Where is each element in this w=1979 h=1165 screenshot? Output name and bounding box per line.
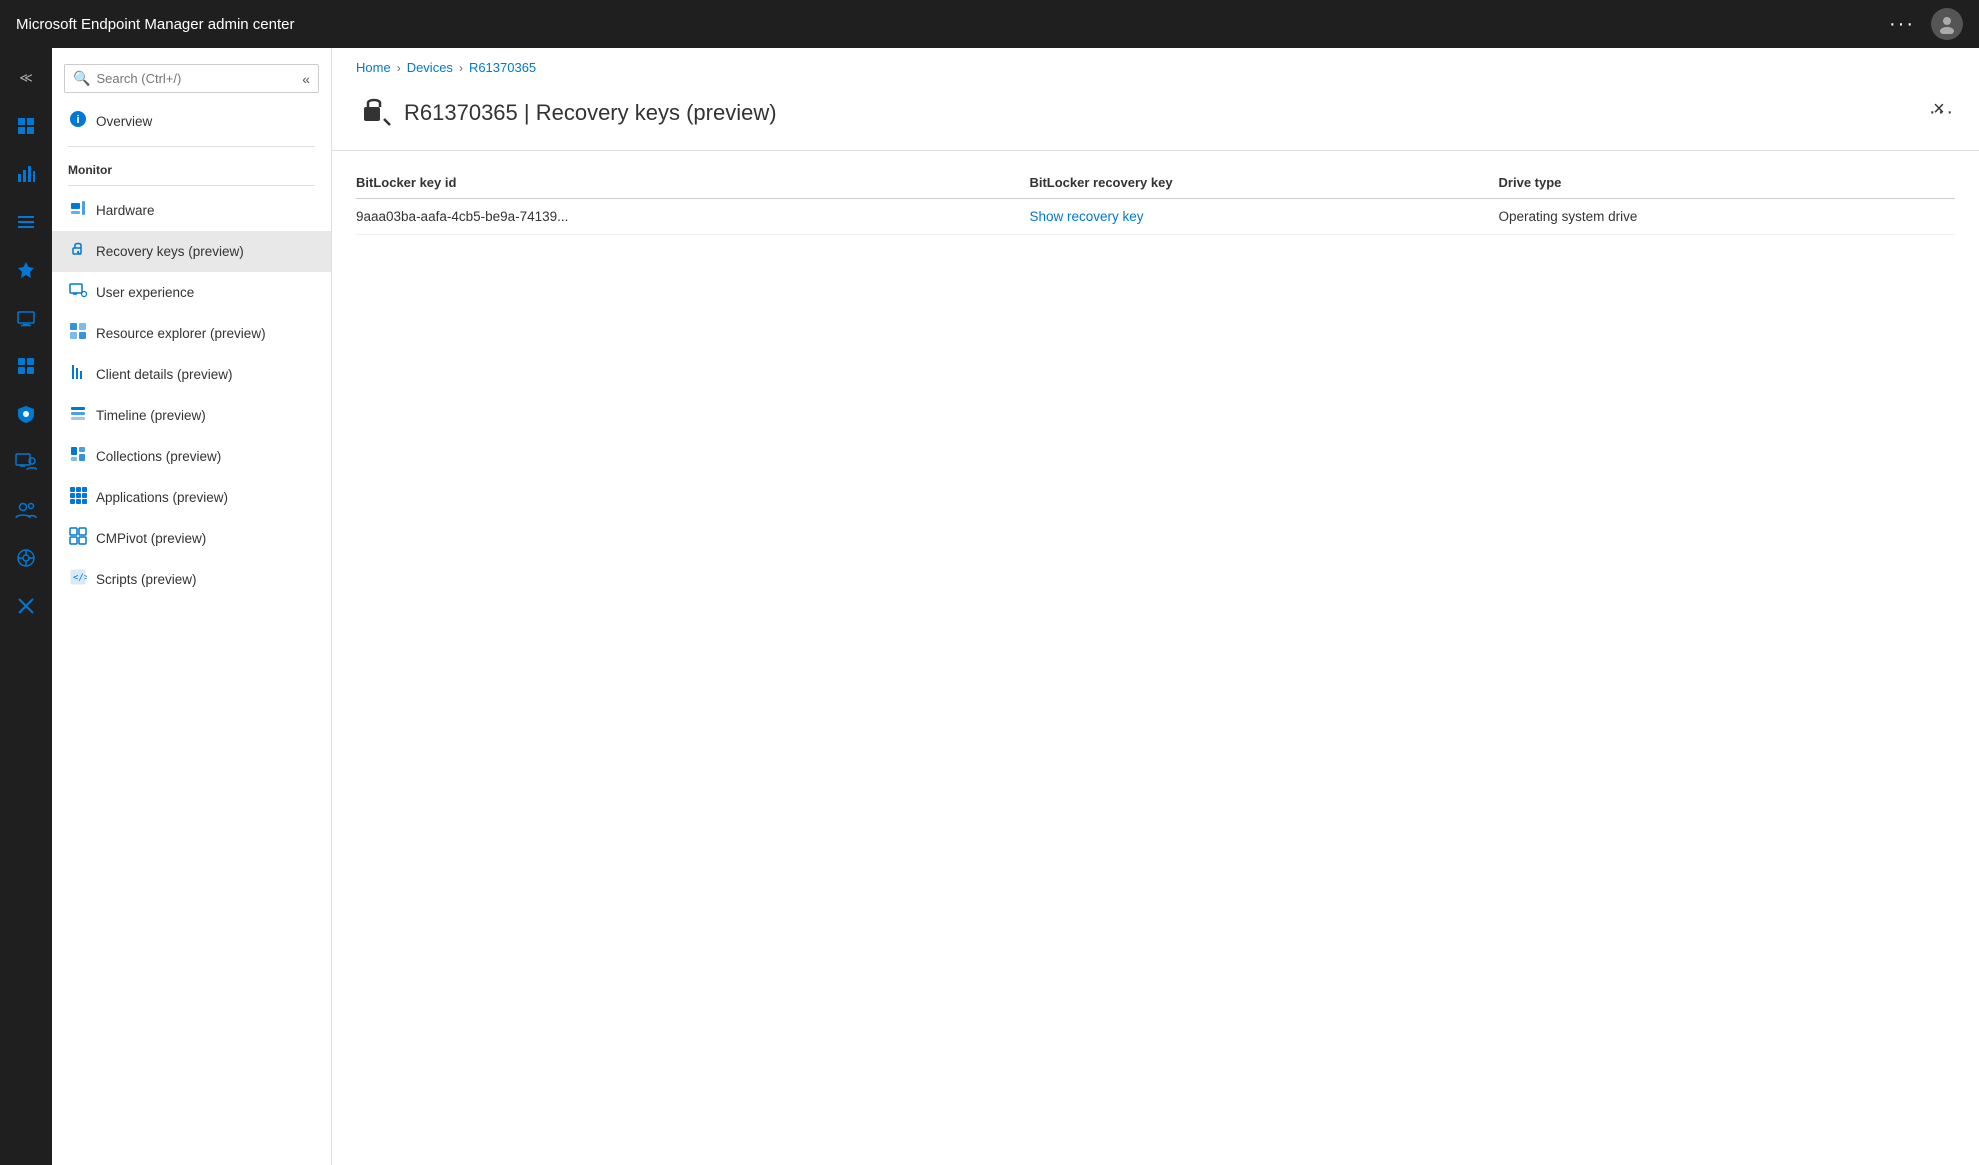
user-experience-icon	[68, 281, 88, 304]
sidebar-item-recovery-keys[interactable]: Recovery keys (preview)	[52, 231, 331, 272]
cmpivot-icon	[68, 527, 88, 550]
table-row: 9aaa03ba-aafa-4cb5-be9a-74139... Show re…	[356, 199, 1955, 235]
page-title: R61370365 | Recovery keys (preview)	[404, 100, 1917, 126]
table-area: BitLocker key id BitLocker recovery key …	[332, 151, 1979, 251]
sidebar-item-applications-label: Applications (preview)	[96, 490, 228, 505]
rail-favorites[interactable]	[4, 248, 48, 292]
breadcrumb-sep-1: ›	[397, 61, 401, 75]
breadcrumb-device-id[interactable]: R61370365	[469, 60, 536, 75]
hardware-icon	[68, 199, 88, 222]
main-layout: ≪	[0, 48, 1979, 1165]
sidebar-item-overview-label: Overview	[96, 114, 152, 129]
rail-tenant-admin[interactable]	[4, 536, 48, 580]
rail-monitor-user[interactable]	[4, 440, 48, 484]
col-drive-type: Drive type	[1499, 167, 1955, 199]
col-bitlocker-recovery-key: BitLocker recovery key	[1029, 167, 1498, 199]
sidebar-item-scripts-label: Scripts (preview)	[96, 572, 197, 587]
sidebar-item-user-experience[interactable]: User experience	[52, 272, 331, 313]
timeline-icon	[68, 404, 88, 427]
table-header: BitLocker key id BitLocker recovery key …	[356, 167, 1955, 199]
sidebar-divider	[68, 146, 315, 147]
breadcrumb-devices[interactable]: Devices	[407, 60, 453, 75]
main-panel: Home › Devices › R61370365 R61370365 | R…	[332, 48, 1979, 1165]
sidebar-navigation: i Overview Monitor	[52, 101, 331, 1165]
rail-devices[interactable]	[4, 296, 48, 340]
info-icon: i	[68, 110, 88, 133]
sidebar-item-recovery-keys-label: Recovery keys (preview)	[96, 244, 244, 259]
app-title: Microsoft Endpoint Manager admin center	[16, 16, 294, 33]
top-bar: Microsoft Endpoint Manager admin center …	[0, 0, 1979, 48]
collapse-sidebar-button[interactable]: «	[302, 71, 310, 87]
breadcrumb-home[interactable]: Home	[356, 60, 391, 75]
sidebar-item-client-details-label: Client details (preview)	[96, 367, 233, 382]
cell-key-id: 9aaa03ba-aafa-4cb5-be9a-74139...	[356, 199, 1029, 235]
sidebar-item-scripts[interactable]: </> Scripts (preview)	[52, 559, 331, 600]
sidebar-monitor-divider	[68, 185, 315, 186]
client-details-icon	[68, 363, 88, 386]
sidebar-item-resource-explorer[interactable]: Resource explorer (preview)	[52, 313, 331, 354]
sidebar-item-cmpivot-label: CMPivot (preview)	[96, 531, 206, 546]
svg-text:</>: </>	[73, 573, 87, 583]
breadcrumb: Home › Devices › R61370365	[332, 48, 1979, 83]
close-button[interactable]: ×	[1923, 93, 1955, 125]
user-avatar[interactable]	[1931, 8, 1963, 40]
recovery-keys-table: BitLocker key id BitLocker recovery key …	[356, 167, 1955, 235]
scripts-icon: </>	[68, 568, 88, 591]
sidebar-item-collections-label: Collections (preview)	[96, 449, 221, 464]
sidebar-item-overview[interactable]: i Overview	[52, 101, 331, 142]
sidebar-item-timeline[interactable]: Timeline (preview)	[52, 395, 331, 436]
rail-dashboard[interactable]	[4, 104, 48, 148]
content-area: 🔍 « i Overview Monitor	[52, 48, 1979, 1165]
top-bar-more-button[interactable]: ···	[1889, 13, 1915, 36]
rail-security[interactable]	[4, 392, 48, 436]
search-icon: 🔍	[73, 70, 90, 87]
sidebar-item-applications[interactable]: Applications (preview)	[52, 477, 331, 518]
rail-reports[interactable]	[4, 152, 48, 196]
page-header: R61370365 | Recovery keys (preview) ··· …	[332, 83, 1979, 151]
sidebar-item-user-experience-label: User experience	[96, 285, 194, 300]
table-body: 9aaa03ba-aafa-4cb5-be9a-74139... Show re…	[356, 199, 1955, 235]
rail-list[interactable]	[4, 200, 48, 244]
applications-icon	[68, 486, 88, 509]
page-lock-icon	[356, 91, 392, 134]
icon-rail: ≪	[0, 48, 52, 1165]
sidebar: 🔍 « i Overview Monitor	[52, 48, 332, 1165]
sidebar-item-client-details[interactable]: Client details (preview)	[52, 354, 331, 395]
rail-troubleshoot[interactable]	[4, 584, 48, 628]
sidebar-item-resource-explorer-label: Resource explorer (preview)	[96, 326, 266, 341]
rail-collapse[interactable]: ≪	[4, 56, 48, 100]
search-box[interactable]: 🔍 «	[64, 64, 319, 93]
collections-icon	[68, 445, 88, 468]
recovery-keys-icon	[68, 240, 88, 263]
sidebar-item-hardware[interactable]: Hardware	[52, 190, 331, 231]
rail-apps[interactable]	[4, 344, 48, 388]
rail-groups[interactable]	[4, 488, 48, 532]
sidebar-section-monitor: Monitor	[52, 151, 331, 181]
svg-text:i: i	[76, 114, 79, 126]
sidebar-item-timeline-label: Timeline (preview)	[96, 408, 206, 423]
search-input[interactable]	[96, 71, 292, 86]
cell-recovery-key: Show recovery key	[1029, 199, 1498, 235]
sidebar-item-cmpivot[interactable]: CMPivot (preview)	[52, 518, 331, 559]
top-bar-right: ···	[1889, 8, 1963, 40]
show-recovery-key-button[interactable]: Show recovery key	[1029, 209, 1143, 224]
breadcrumb-sep-2: ›	[459, 61, 463, 75]
col-bitlocker-key-id: BitLocker key id	[356, 167, 1029, 199]
sidebar-item-collections[interactable]: Collections (preview)	[52, 436, 331, 477]
cell-drive-type: Operating system drive	[1499, 199, 1955, 235]
resource-explorer-icon	[68, 322, 88, 345]
sidebar-item-hardware-label: Hardware	[96, 203, 155, 218]
